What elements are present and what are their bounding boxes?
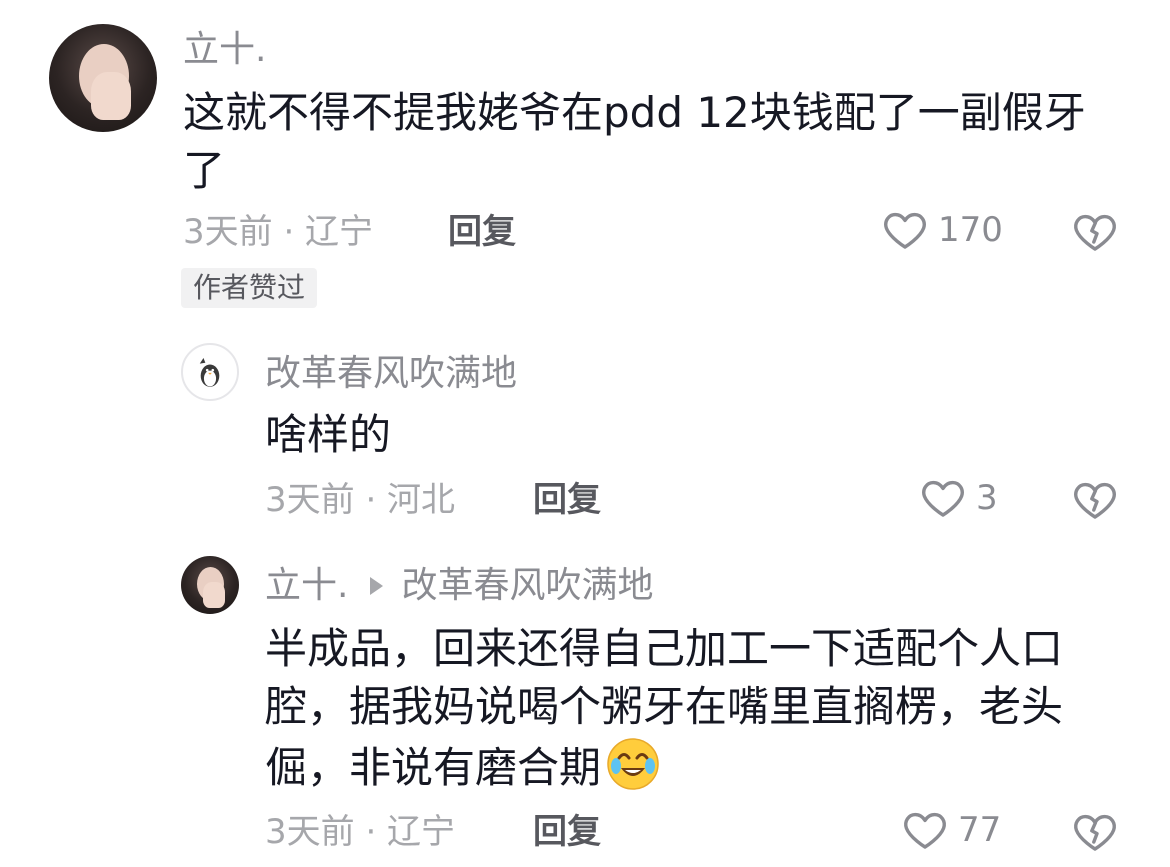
- reply-button[interactable]: 回复: [448, 210, 516, 254]
- comment-text: 这就不得不提我姥爷在pdd 12块钱配了一副假牙了: [183, 88, 1086, 195]
- reply-button[interactable]: 回复: [533, 478, 601, 522]
- reply-arrow-icon: [370, 577, 384, 595]
- comment-text: 半成品，回来还得自己加工一下适配个人口腔，据我妈说喝个粥牙在嘴里直搁楞，老头倔，…: [265, 624, 1064, 792]
- penguin-avatar-icon: [199, 358, 220, 387]
- avatar[interactable]: [181, 556, 239, 614]
- comment-username[interactable]: 立十.: [183, 28, 266, 72]
- like-button[interactable]: 170: [880, 206, 1003, 254]
- dislike-button[interactable]: [1070, 208, 1120, 256]
- heart-outline-icon: [900, 806, 950, 854]
- broken-heart-icon: [1070, 476, 1120, 524]
- comment-username-line: 立十. 改革春风吹满地: [265, 564, 653, 608]
- comment-time-location: 3天前 · 河北: [265, 480, 456, 520]
- comment-time-location: 3天前 · 辽宁: [265, 812, 456, 852]
- heart-outline-icon: [880, 206, 930, 254]
- dislike-button[interactable]: [1070, 476, 1120, 524]
- comment-text-block: 半成品，回来还得自己加工一下适配个人口腔，据我妈说喝个粥牙在嘴里直搁楞，老头倔，…: [265, 620, 1095, 797]
- comment-time-location: 3天前 · 辽宁: [183, 212, 374, 252]
- like-button[interactable]: 3: [918, 474, 998, 522]
- like-count: 77: [958, 810, 1002, 850]
- author-liked-badge: 作者赞过: [181, 268, 318, 308]
- comment-username[interactable]: 改革春风吹满地: [265, 352, 517, 396]
- reply-button[interactable]: 回复: [533, 810, 601, 854]
- avatar-hand: [91, 72, 131, 120]
- avatar[interactable]: [181, 343, 239, 401]
- like-button[interactable]: 77: [900, 806, 1001, 854]
- avatar-hand: [203, 582, 225, 608]
- avatar[interactable]: [49, 24, 157, 132]
- crying-laughing-emoji: [605, 736, 661, 792]
- comment-username[interactable]: 立十.: [265, 564, 348, 608]
- reply-to-username[interactable]: 改革春风吹满地: [401, 564, 653, 608]
- heart-outline-icon: [918, 474, 968, 522]
- like-count: 170: [938, 210, 1003, 250]
- broken-heart-icon: [1070, 808, 1120, 856]
- dislike-button[interactable]: [1070, 808, 1120, 856]
- like-count: 3: [976, 478, 998, 518]
- comment-text: 啥样的: [265, 410, 392, 459]
- broken-heart-icon: [1070, 208, 1120, 256]
